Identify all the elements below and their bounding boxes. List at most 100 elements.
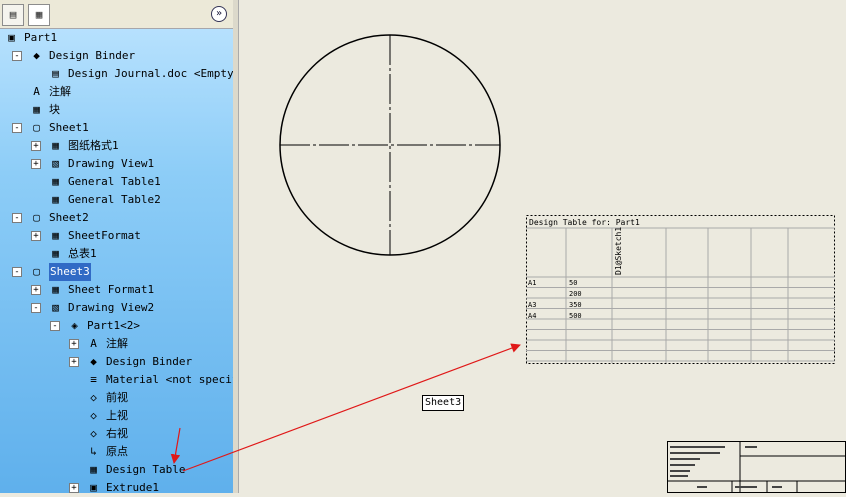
expand-icon[interactable]: + (31, 159, 41, 169)
tree-node[interactable]: ▦ General Table1 (0, 173, 233, 191)
design-table-row-value: 500 (569, 312, 582, 320)
tree-node-label: Design Binder (49, 49, 136, 62)
tree-node[interactable]: ↳ 原点 (0, 443, 233, 461)
material-icon: ≡ (90, 373, 97, 386)
tree-node-label: 总表1 (68, 247, 97, 260)
expand-icon[interactable]: + (69, 483, 79, 493)
design-table-title: Design Table for: Part1 (529, 218, 640, 227)
tree-node[interactable]: A 注解 (0, 83, 233, 101)
tree-node-label: Part1<2> (87, 319, 140, 332)
part-icon: ▣ (8, 31, 15, 44)
design-table-row-name: A3 (528, 301, 536, 309)
tree-node[interactable]: ▦ 总表1 (0, 245, 233, 263)
sheet-active-icon: ▢ (33, 265, 40, 278)
tree-node[interactable]: - ▢ Sheet2 (0, 209, 233, 227)
plane-icon: ◇ (90, 427, 97, 440)
design-table-grid: Design Table for: Part1 D1@Sketch1 A2 A1… (526, 215, 835, 364)
sheet-icon: ▢ (33, 211, 40, 224)
feature-manager-tab-icon[interactable]: ▤ (2, 4, 24, 26)
design-table-row-value: 200 (569, 290, 582, 298)
expand-icon[interactable]: + (69, 339, 79, 349)
collapse-icon[interactable]: - (12, 123, 22, 133)
design-table-icon: ▦ (90, 463, 97, 476)
tree-node[interactable]: - ◆ Design Binder (0, 47, 233, 65)
sheet-format-icon: ▦ (52, 229, 59, 242)
design-table-row-value: 350 (569, 301, 582, 309)
tree-node-label: Design Binder (106, 355, 193, 368)
tree-node[interactable]: + A 注解 (0, 335, 233, 353)
drawing-view-icon: ▧ (52, 301, 59, 314)
expand-icon[interactable]: + (31, 141, 41, 151)
tree-node-label: Extrude1 (106, 481, 159, 493)
expand-icon[interactable]: + (69, 357, 79, 367)
tree-node[interactable]: + ◆ Design Binder (0, 353, 233, 371)
tree-node-label: Drawing View2 (68, 301, 155, 314)
design-table-row-value: 50 (569, 279, 577, 287)
tree-node-label: 块 (49, 103, 60, 116)
tree-node[interactable]: - ◈ Part1<2> (0, 317, 233, 335)
collapse-icon[interactable]: - (31, 303, 41, 313)
tree-node-label: General Table2 (68, 193, 161, 206)
design-table-row-name: A1 (528, 279, 536, 287)
doc-icon: ▤ (52, 67, 59, 80)
extrude-icon: ▣ (90, 481, 97, 493)
panel-tab-bar: ▤ ▦ » (0, 0, 233, 29)
part-instance-icon: ◈ (71, 319, 78, 332)
tree-node-label: SheetFormat (68, 229, 141, 242)
collapse-icon[interactable]: - (12, 267, 22, 277)
tree-node-label: 注解 (49, 85, 71, 98)
tree-node[interactable]: + ▣ Extrude1 (0, 479, 233, 493)
tree-node[interactable]: ▤ Design Journal.doc <Empty> (0, 65, 233, 83)
tree-node[interactable]: ◇ 上视 (0, 407, 233, 425)
tree-node-label: Sheet3 (49, 263, 91, 281)
tree-node[interactable]: ◇ 前视 (0, 389, 233, 407)
tree-node-label: General Table1 (68, 175, 161, 188)
annotation-icon: A (90, 337, 97, 350)
collapse-icon[interactable]: - (12, 213, 22, 223)
tree-node[interactable]: ≡ Material <not specifi (0, 371, 233, 389)
origin-icon: ↳ (90, 445, 97, 458)
tree-node[interactable]: ▣ Part1 (0, 29, 233, 47)
tree-node[interactable]: + ▦ 图纸格式1 (0, 137, 233, 155)
expand-icon[interactable]: + (31, 285, 41, 295)
collapse-icon[interactable]: - (12, 51, 22, 61)
sheet-name-tag: Sheet3 (422, 395, 465, 411)
tree-node[interactable]: ▦ Design Table (0, 461, 233, 479)
design-table-column-header: D1@Sketch1 (614, 227, 623, 275)
drawing-view-icon: ▧ (52, 157, 59, 170)
plane-icon: ◇ (90, 409, 97, 422)
tree-node[interactable]: ▦ General Table2 (0, 191, 233, 209)
tree-node[interactable]: + ▦ SheetFormat (0, 227, 233, 245)
sheet-icon: ▢ (33, 121, 40, 134)
block-icon: ▦ (33, 103, 40, 116)
tree-node[interactable]: ▦ 块 (0, 101, 233, 119)
tree-node-label: Sheet1 (49, 121, 89, 134)
collapse-panel-icon[interactable]: » (211, 6, 227, 22)
tree-node-label: 注解 (106, 337, 128, 350)
tree-node-label: 上视 (106, 409, 128, 422)
table-icon: ▦ (52, 175, 59, 188)
feature-manager-panel: ▤ ▦ » ▣ Part1- ◆ Design Binder ▤ Design Journ… (0, 0, 234, 493)
binder-icon: ◆ (90, 355, 97, 368)
property-manager-tab-icon[interactable]: ▦ (28, 4, 50, 26)
tree-node-label: Sheet Format1 (68, 283, 155, 296)
tree-node[interactable]: + ▧ Drawing View1 (0, 155, 233, 173)
table-icon: ▦ (52, 193, 59, 206)
tree-node-label: Design Journal.doc <Empty> (68, 67, 234, 80)
title-block (667, 441, 846, 493)
tree-node-label: Part1 (24, 31, 58, 44)
tree-node[interactable]: - ▢ Sheet1 (0, 119, 233, 137)
tree-node-label: Design Table (106, 463, 186, 476)
tree-node[interactable]: - ▧ Drawing View2 (0, 299, 233, 317)
expand-icon[interactable]: + (31, 231, 41, 241)
annotation-icon: A (33, 85, 40, 98)
tree-node-label: Material <not specifi (106, 373, 234, 386)
binder-icon: ◆ (33, 49, 40, 62)
design-table-row-name: A4 (528, 312, 536, 320)
tree-node[interactable]: + ▦ Sheet Format1 (0, 281, 233, 299)
design-table[interactable]: Design Table for: Part1 D1@Sketch1 A2 A1… (526, 215, 835, 364)
tree-node[interactable]: ◇ 右视 (0, 425, 233, 443)
plane-icon: ◇ (90, 391, 97, 404)
collapse-icon[interactable]: - (50, 321, 60, 331)
tree-node[interactable]: - ▢ Sheet3 (0, 263, 233, 281)
